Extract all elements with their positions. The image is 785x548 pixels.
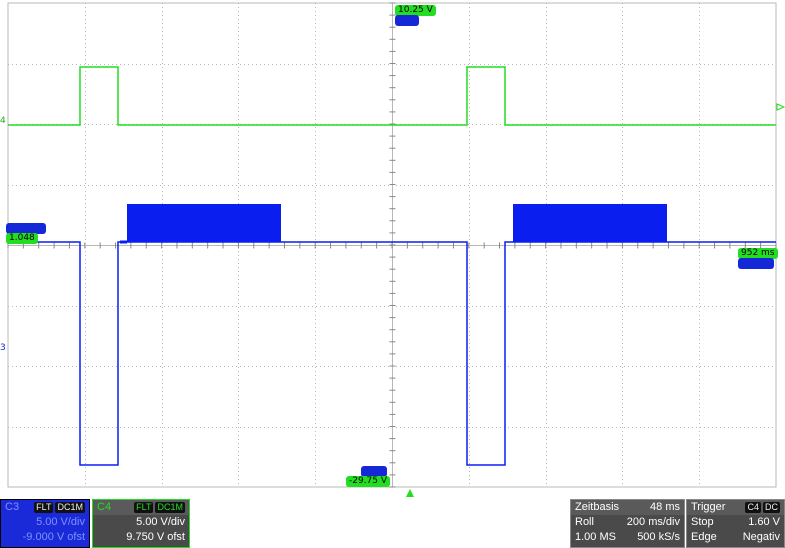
timebase-delay: 48 ms	[650, 501, 680, 513]
trigger-slope: Negativ	[742, 531, 780, 543]
trigger-time-marker	[406, 489, 414, 497]
oscilloscope-display: 4 3 10.25 V 1.048 952 ms -29.75 V C3 FLT…	[0, 0, 785, 548]
trigger-state: Stop	[691, 516, 714, 528]
trigger-title: Trigger	[691, 501, 726, 513]
ch4-level-marker	[776, 103, 785, 111]
timebase-title: Zeitbasis	[575, 501, 620, 513]
ch3-vdiv: 5.00 V/div	[36, 516, 85, 528]
ch4-axis-label: 4	[0, 116, 6, 126]
graticule	[7, 2, 777, 488]
trigger-type: Edge	[691, 531, 717, 543]
time-marker-tag-blue	[738, 258, 774, 269]
ch3-offset: -9.000 V ofst	[22, 531, 85, 543]
timebase-points: 1.00 MS	[575, 531, 616, 543]
ch4-flag-flt: FLT	[134, 502, 154, 513]
ch4-panel[interactable]: C4 FLT DC1M 5.00 V/div 9.750 V ofst	[92, 499, 190, 548]
ch4-flag-dc: DC1M	[155, 502, 185, 513]
ch3-flag-flt: FLT	[34, 502, 54, 513]
timebase-mode: Roll	[575, 516, 594, 528]
timebase-panel[interactable]: Zeitbasis 48 ms Roll 200 ms/div 1.00 MS …	[570, 499, 685, 548]
top-level-tag-blue	[395, 15, 419, 26]
ch4-level-tag: 1.048	[6, 233, 38, 244]
ch3-burst-1	[127, 204, 281, 242]
ch3-flag-dc: DC1M	[55, 502, 85, 513]
trigger-panel[interactable]: Trigger C4 DC Stop 1.60 V Edge Negativ	[686, 499, 785, 548]
timebase-rate: 500 kS/s	[637, 531, 680, 543]
trigger-level: 1.60 V	[748, 516, 780, 528]
ch4-vdiv: 5.00 V/div	[136, 516, 185, 528]
ch4-name: C4	[97, 501, 112, 513]
trigger-source: C4	[745, 502, 761, 513]
timebase-tdiv: 200 ms/div	[626, 516, 680, 528]
ch3-axis-label: 3	[0, 343, 6, 353]
ch3-burst-2	[513, 204, 667, 242]
ch4-offset: 9.750 V ofst	[126, 531, 185, 543]
waveform-area	[7, 2, 785, 497]
ch3-panel[interactable]: C3 FLT DC1M 5.00 V/div -9.000 V ofst	[0, 499, 90, 548]
bottom-level-tag: -29.75 V	[346, 476, 391, 487]
ch3-name: C3	[5, 501, 20, 513]
trigger-coupling: DC	[763, 502, 780, 513]
